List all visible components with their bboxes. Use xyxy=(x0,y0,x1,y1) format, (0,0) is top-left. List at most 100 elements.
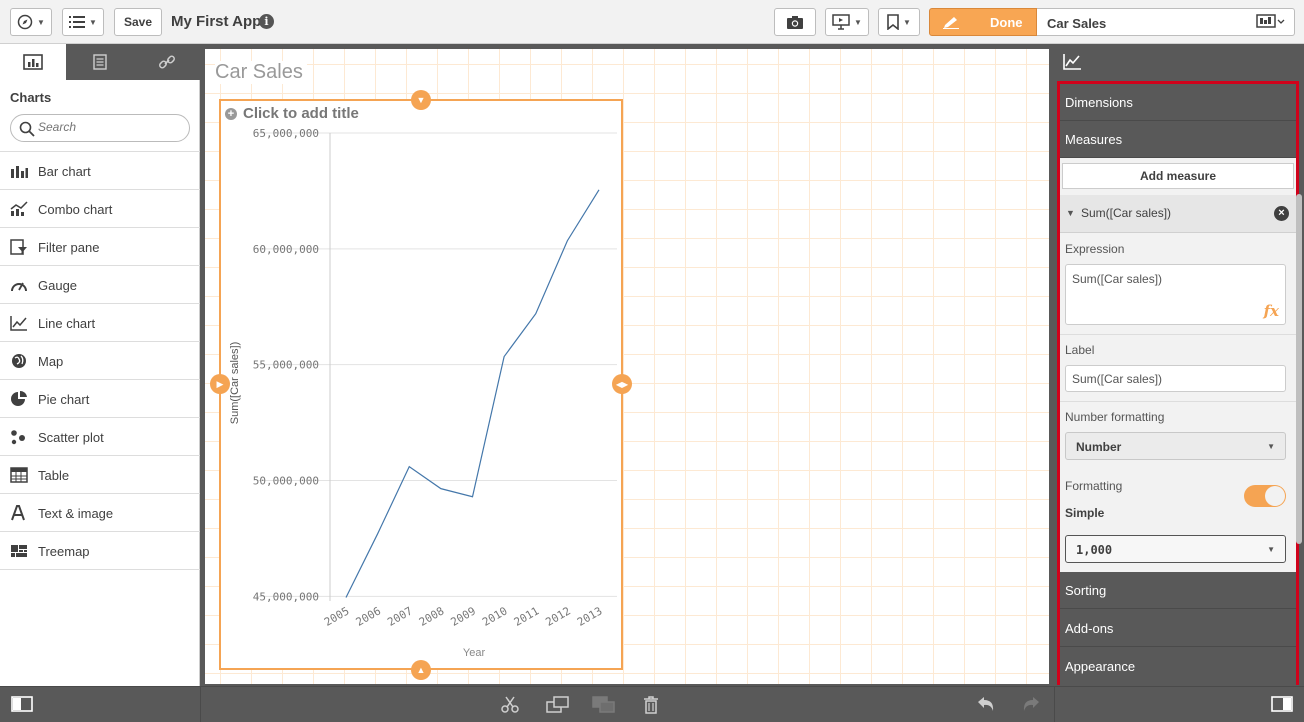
camera-icon xyxy=(787,15,803,29)
resize-handle-top[interactable]: ▼ xyxy=(411,90,431,110)
copy-icon[interactable] xyxy=(546,696,570,714)
chart-item-line[interactable]: Line chart xyxy=(0,304,200,342)
chart-item-bar[interactable]: Bar chart xyxy=(0,152,200,190)
assets-panel: Charts Bar chart Combo chart Filter pane… xyxy=(0,44,200,686)
sheet-selector[interactable]: Car Sales xyxy=(1037,8,1295,36)
tab-master-items[interactable] xyxy=(134,44,200,80)
chevron-right-icon: ▶ xyxy=(216,378,224,389)
label-input[interactable] xyxy=(1065,365,1286,392)
chart-item-gauge[interactable]: Gauge xyxy=(0,266,200,304)
line-chart-plot: 45,000,000 50,000,000 55,000,000 60,000,000… xyxy=(229,127,617,659)
number-formatting-value: Number xyxy=(1076,440,1122,454)
done-label: Done xyxy=(990,14,1023,30)
sheet-canvas[interactable]: Car Sales 45,000,000 50,000,000 55,000,000… xyxy=(205,49,1049,684)
tab-fields[interactable] xyxy=(67,44,133,80)
link-icon xyxy=(159,55,175,69)
x-tick-label: 2010 xyxy=(480,604,509,629)
y-tick-label: 60,000,000 xyxy=(253,243,319,256)
y-tick-label: 65,000,000 xyxy=(253,127,319,140)
toggle-knob xyxy=(1265,486,1285,506)
chart-item-map[interactable]: Map xyxy=(0,342,200,380)
top-toolbar: ▼ ▼ Save My First App i ▼ ▼ Done Car Sal… xyxy=(0,0,1304,44)
undo-icon[interactable] xyxy=(976,696,996,712)
section-dimensions[interactable]: Dimensions xyxy=(1060,84,1296,121)
collapse-triangle-icon[interactable]: ▼ xyxy=(1066,208,1075,218)
formatting-mode: Simple xyxy=(1065,506,1105,520)
expression-field[interactable]: Sum([Car sales]) fx xyxy=(1065,264,1286,325)
remove-measure-icon[interactable]: × xyxy=(1274,206,1289,221)
resize-handle-right[interactable]: ◀▶ xyxy=(612,374,632,394)
section-sorting[interactable]: Sorting xyxy=(1060,572,1296,609)
chart-item-label: Table xyxy=(38,468,70,483)
chart-item-table[interactable]: Table xyxy=(0,456,200,494)
divider xyxy=(1060,334,1296,335)
add-measure-button[interactable]: Add measure xyxy=(1062,163,1294,189)
chevron-down-icon: ▼ xyxy=(854,17,862,27)
chart-item-treemap[interactable]: Treemap xyxy=(0,532,200,570)
x-tick-label: 2006 xyxy=(354,604,383,629)
present-button[interactable]: ▼ xyxy=(825,8,869,36)
y-tick-label: 45,000,000 xyxy=(253,590,319,603)
formatting-label: Formatting xyxy=(1065,479,1123,493)
chevron-down-icon: ▼ xyxy=(89,17,97,27)
x-tick-label: 2012 xyxy=(543,604,572,629)
chart-item-pie[interactable]: Pie chart xyxy=(0,380,200,418)
info-icon[interactable]: i xyxy=(259,14,274,29)
chart-item-text-image[interactable]: Text & image xyxy=(0,494,200,532)
expression-label: Expression xyxy=(1065,242,1125,256)
snapshot-button[interactable] xyxy=(774,8,816,36)
format-pattern-value: 1,000 xyxy=(1076,543,1113,557)
section-appearance[interactable]: Appearance xyxy=(1060,648,1296,685)
scissors-icon[interactable] xyxy=(500,696,520,714)
search-icon xyxy=(19,121,35,137)
tab-charts[interactable] xyxy=(0,44,66,80)
navigation-button[interactable]: ▼ xyxy=(10,8,52,36)
bookmarks-button[interactable]: ▼ xyxy=(878,8,920,36)
section-measures[interactable]: Measures xyxy=(1060,121,1296,158)
number-formatting-dropdown[interactable]: Number ▼ xyxy=(1065,432,1286,460)
x-tick-label: 2007 xyxy=(385,604,414,629)
resize-handle-bottom[interactable]: ▲ xyxy=(411,660,431,680)
x-tick-label: 2009 xyxy=(449,604,478,629)
search-box[interactable] xyxy=(10,114,190,142)
fx-icon[interactable]: fx xyxy=(1264,302,1279,320)
done-editing-button[interactable]: Done xyxy=(929,8,1037,36)
chart-item-combo[interactable]: Combo chart xyxy=(0,190,200,228)
toggle-right-panel-icon[interactable] xyxy=(1271,696,1293,712)
treemap-icon xyxy=(11,545,27,557)
line-chart-object[interactable]: 45,000,000 50,000,000 55,000,000 60,000,000… xyxy=(219,99,623,670)
sheets-menu-button[interactable]: ▼ xyxy=(62,8,104,36)
chart-item-filter-pane[interactable]: Filter pane xyxy=(0,228,200,266)
measure-item[interactable]: ▼ Sum([Car sales]) × xyxy=(1060,195,1296,233)
trash-icon[interactable] xyxy=(643,696,659,714)
search-input[interactable] xyxy=(38,120,183,134)
gauge-icon xyxy=(11,282,27,292)
sheet-name: Car Sales xyxy=(1047,16,1107,31)
number-formatting-label: Number formatting xyxy=(1065,410,1165,424)
chart-item-label: Gauge xyxy=(38,278,78,293)
section-addons[interactable]: Add-ons xyxy=(1060,610,1296,647)
chart-item-scatter[interactable]: Scatter plot xyxy=(0,418,200,456)
chart-title-placeholder[interactable]: + Click to add title xyxy=(225,105,359,122)
sheet-title[interactable]: Car Sales xyxy=(215,61,307,84)
toggle-left-panel-icon[interactable] xyxy=(11,696,33,712)
chart-item-label: Treemap xyxy=(38,544,90,559)
filter-pane-icon xyxy=(10,239,27,255)
format-pattern-dropdown[interactable]: 1,000 ▼ xyxy=(1065,535,1286,563)
properties-scrollbar[interactable] xyxy=(1296,194,1302,544)
y-tick-label: 50,000,000 xyxy=(253,475,319,488)
divider xyxy=(200,687,201,722)
redo-icon[interactable] xyxy=(1021,696,1041,712)
resize-handle-left[interactable]: ▶ xyxy=(210,374,230,394)
formatting-toggle[interactable] xyxy=(1244,485,1286,507)
bar-chart-icon xyxy=(11,166,28,178)
measure-name: Sum([Car sales]) xyxy=(1081,206,1172,220)
chart-item-label: Text & image xyxy=(38,506,114,521)
series-line xyxy=(345,189,600,598)
bottom-bar xyxy=(0,686,1304,722)
bookmark-icon xyxy=(887,14,899,30)
x-tick-label: 2011 xyxy=(512,604,541,629)
paste-icon[interactable] xyxy=(592,696,616,714)
map-icon xyxy=(12,354,26,368)
save-button[interactable]: Save xyxy=(114,8,162,36)
